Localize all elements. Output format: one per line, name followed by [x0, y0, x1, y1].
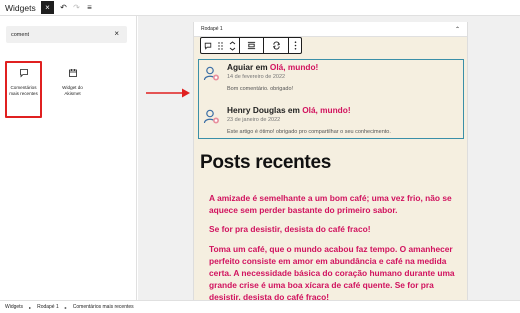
move-up-down-button[interactable] [227, 38, 239, 53]
block-search: × [6, 26, 127, 43]
recent-posts-list: A amizade é semelhante a um bom café; um… [209, 192, 459, 311]
comment-excerpt: Este artigo é ótimo! obrigado pro compar… [227, 129, 391, 135]
block-toolbar [200, 37, 302, 54]
post-link[interactable]: Se for pra desistir, desista do café fra… [209, 223, 459, 235]
page-title: Widgets [5, 2, 36, 13]
post-link[interactable]: Toma um café, que o mundo acabou faz tem… [209, 243, 459, 304]
comment-title: Aguiar em Olá, mundo! [227, 62, 319, 72]
top-bar: Widgets × ↶ ↷ ≡ [0, 0, 520, 16]
block-latest-comments[interactable]: Comentários mais recentes [5, 61, 42, 118]
calendar-icon [68, 69, 77, 77]
breadcrumb-item[interactable]: Rodapé 1 [37, 304, 59, 310]
align-button[interactable] [240, 38, 264, 53]
comment-date: 23 de janeiro de 2022 [227, 117, 281, 123]
block-label: Comentários mais recentes [9, 85, 38, 96]
avatar-icon [203, 66, 219, 81]
widget-area-header[interactable]: Rodapé 1 ⌃ [194, 22, 467, 37]
undo-icon: ↶ [60, 3, 67, 12]
more-options-icon [294, 41, 296, 50]
comment-title: Henry Douglas em Olá, mundo! [227, 105, 351, 115]
close-icon: × [45, 3, 50, 12]
move-arrows-icon [229, 40, 236, 51]
avatar-icon [203, 109, 219, 124]
list-view-icon: ≡ [87, 3, 92, 12]
arrow-annotation-icon [146, 88, 190, 98]
breadcrumb-separator-icon: ▸ [64, 304, 67, 310]
post-link[interactable]: A amizade é semelhante a um bom café; um… [209, 192, 459, 216]
comment-date: 14 de fevereiro de 2022 [227, 74, 286, 80]
block-akismet-widget[interactable]: Widget do Akismet [54, 61, 91, 118]
block-inserter-panel: × Comentários mais recentes Widget do Ak… [0, 16, 137, 300]
comment-author[interactable]: Aguiar [227, 62, 253, 72]
latest-comments-block[interactable]: Aguiar em Olá, mundo! 14 de fevereiro de… [198, 59, 464, 139]
close-inserter-button[interactable]: × [41, 1, 54, 14]
redo-button[interactable]: ↷ [70, 1, 83, 14]
block-type-button[interactable] [201, 38, 215, 53]
chevron-up-icon[interactable]: ⌃ [455, 26, 460, 33]
search-input[interactable] [11, 31, 111, 38]
list-view-button[interactable]: ≡ [83, 1, 96, 14]
comment-post-link[interactable]: Olá, mundo! [270, 62, 318, 72]
widget-area-title: Rodapé 1 [201, 26, 223, 32]
breadcrumb-item[interactable]: Widgets [5, 304, 23, 310]
comment-author[interactable]: Henry Douglas [227, 105, 286, 115]
clear-search-icon[interactable]: × [114, 29, 119, 38]
breadcrumb-separator-icon: ▸ [29, 304, 32, 310]
transform-icon [272, 41, 280, 50]
align-icon [247, 41, 256, 50]
comment-icon [204, 42, 212, 50]
drag-handle-icon [218, 41, 223, 50]
comment-post-link[interactable]: Olá, mundo! [302, 105, 350, 115]
breadcrumb: Widgets ▸ Rodapé 1 ▸ Comentários mais re… [0, 300, 520, 313]
block-label: Widget do Akismet [62, 85, 83, 96]
recent-posts-heading[interactable]: Posts recentes [200, 152, 331, 174]
redo-icon: ↷ [73, 3, 80, 12]
comment-icon [19, 69, 28, 78]
undo-button[interactable]: ↶ [57, 1, 70, 14]
breadcrumb-item: Comentários mais recentes [72, 304, 134, 310]
block-results: Comentários mais recentes Widget do Akis… [5, 61, 91, 118]
more-options-button[interactable] [289, 38, 301, 53]
transform-button[interactable] [264, 38, 288, 53]
drag-handle-button[interactable] [215, 38, 227, 53]
comment-excerpt: Bom comentário. obrigado! [227, 86, 294, 92]
